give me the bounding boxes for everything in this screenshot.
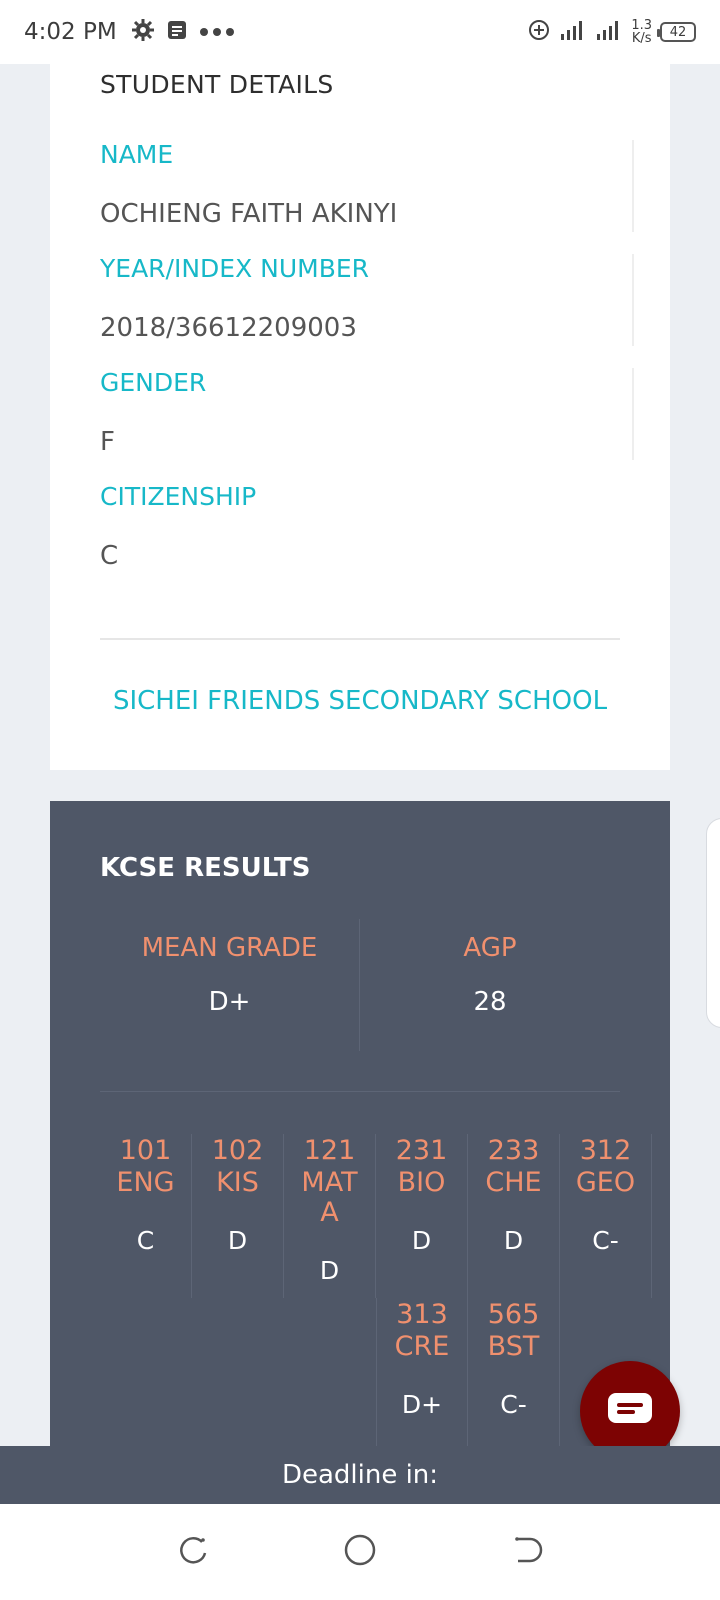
subject-name: KIS (216, 1167, 259, 1198)
field-citizenship: CITIZENSHIP C (100, 482, 634, 571)
subject-bst: 565 BST C- (468, 1298, 560, 1446)
field-name: NAME OCHIENG FAITH AKINYI (100, 140, 634, 232)
subject-eng: 101 ENG C (100, 1134, 192, 1298)
subject-code: 233 (487, 1135, 540, 1166)
subject-grade: C- (592, 1226, 619, 1255)
network-speed: 1.3 K/s (631, 18, 652, 46)
subject-bio: 231 BIO D (376, 1134, 468, 1298)
field-label: GENDER (100, 368, 207, 397)
field-value: OCHIENG FAITH AKINYI (100, 199, 398, 229)
subject-code: 312 (579, 1135, 632, 1166)
school-name: SICHEI FRIENDS SECONDARY SCHOOL (112, 686, 608, 716)
back-button[interactable] (507, 1532, 547, 1572)
field-label: YEAR/INDEX NUMBER (100, 254, 370, 283)
grid-spacer (100, 1298, 376, 1446)
status-time: 4:02 PM (24, 19, 117, 45)
divider (632, 254, 634, 346)
message-icon (165, 18, 189, 46)
subject-grade: C (136, 1226, 155, 1255)
subject-code: 101 (119, 1135, 172, 1166)
subject-grade: D (503, 1226, 524, 1255)
divider (100, 638, 620, 640)
subject-name: ENG (116, 1167, 175, 1198)
kcse-results-card: KCSE RESULTS MEAN GRADE D+ AGP 28 101 EN… (50, 801, 670, 1446)
side-drawer-handle[interactable] (706, 818, 720, 1028)
battery-indicator: 42 (657, 22, 696, 42)
deadline-label: Deadline in: (281, 1460, 439, 1490)
signal-icon-2 (595, 18, 623, 46)
section-title: STUDENT DETAILS (100, 70, 334, 99)
results-summary: MEAN GRADE D+ AGP 28 (100, 919, 620, 1051)
more-dots-icon (199, 23, 235, 42)
subject-code: 565 (487, 1299, 540, 1330)
divider (100, 1091, 620, 1092)
signal-icon (559, 18, 587, 46)
agp-label: AGP (463, 933, 517, 963)
subject-name: BIO (397, 1167, 446, 1198)
mean-grade-value: D+ (208, 987, 251, 1017)
system-nav-bar (0, 1504, 720, 1600)
subject-name: BST (487, 1331, 540, 1362)
subject-grade: D (411, 1226, 432, 1255)
gear-icon (131, 18, 155, 46)
agp-value: 28 (473, 987, 507, 1017)
agp-block: AGP 28 (360, 919, 620, 1051)
recents-icon (176, 1533, 210, 1571)
field-value: C (100, 541, 119, 571)
subject-geo: 312 GEO C- (560, 1134, 652, 1298)
status-bar: 4:02 PM 1.3 K/s 42 (0, 0, 720, 64)
subject-name: CHE (485, 1167, 542, 1198)
mean-grade-block: MEAN GRADE D+ (100, 919, 360, 1051)
subject-grade: D (227, 1226, 248, 1255)
subject-code: 231 (395, 1135, 448, 1166)
divider (632, 368, 634, 460)
subject-mata: 121 MAT A D (284, 1134, 376, 1298)
recents-button[interactable] (173, 1532, 213, 1572)
field-label: NAME (100, 140, 174, 169)
subject-name: MAT A (301, 1167, 358, 1228)
subject-grid: 101 ENG C 102 KIS D 121 MAT A D 231 BIO … (100, 1134, 652, 1446)
deadline-bar: Deadline in: (0, 1446, 720, 1504)
subject-cre: 313 CRE D+ (376, 1298, 468, 1446)
data-saver-icon (527, 18, 551, 46)
student-details-card: STUDENT DETAILS NAME OCHIENG FAITH AKINY… (50, 64, 670, 770)
home-icon (342, 1532, 378, 1572)
field-value: F (100, 427, 115, 457)
subject-grade: C- (500, 1390, 527, 1419)
home-button[interactable] (340, 1532, 380, 1572)
chat-icon (606, 1391, 654, 1431)
subject-che: 233 CHE D (468, 1134, 560, 1298)
field-label: CITIZENSHIP (100, 482, 257, 511)
subject-grade: D (319, 1256, 340, 1285)
subject-name: CRE (394, 1331, 450, 1362)
field-gender: GENDER F (100, 368, 634, 460)
subject-code: 313 (396, 1299, 448, 1330)
subject-kis: 102 KIS D (192, 1134, 284, 1298)
subject-name: GEO (575, 1167, 636, 1198)
mean-grade-label: MEAN GRADE (141, 933, 318, 963)
subject-code: 102 (211, 1135, 264, 1166)
subject-grade: D+ (401, 1390, 443, 1419)
kcse-title: KCSE RESULTS (100, 853, 311, 883)
field-value: 2018/36612209003 (100, 313, 357, 343)
divider (632, 140, 634, 232)
subject-code: 121 (303, 1135, 356, 1166)
back-icon (510, 1533, 544, 1571)
field-index-number: YEAR/INDEX NUMBER 2018/36612209003 (100, 254, 634, 346)
